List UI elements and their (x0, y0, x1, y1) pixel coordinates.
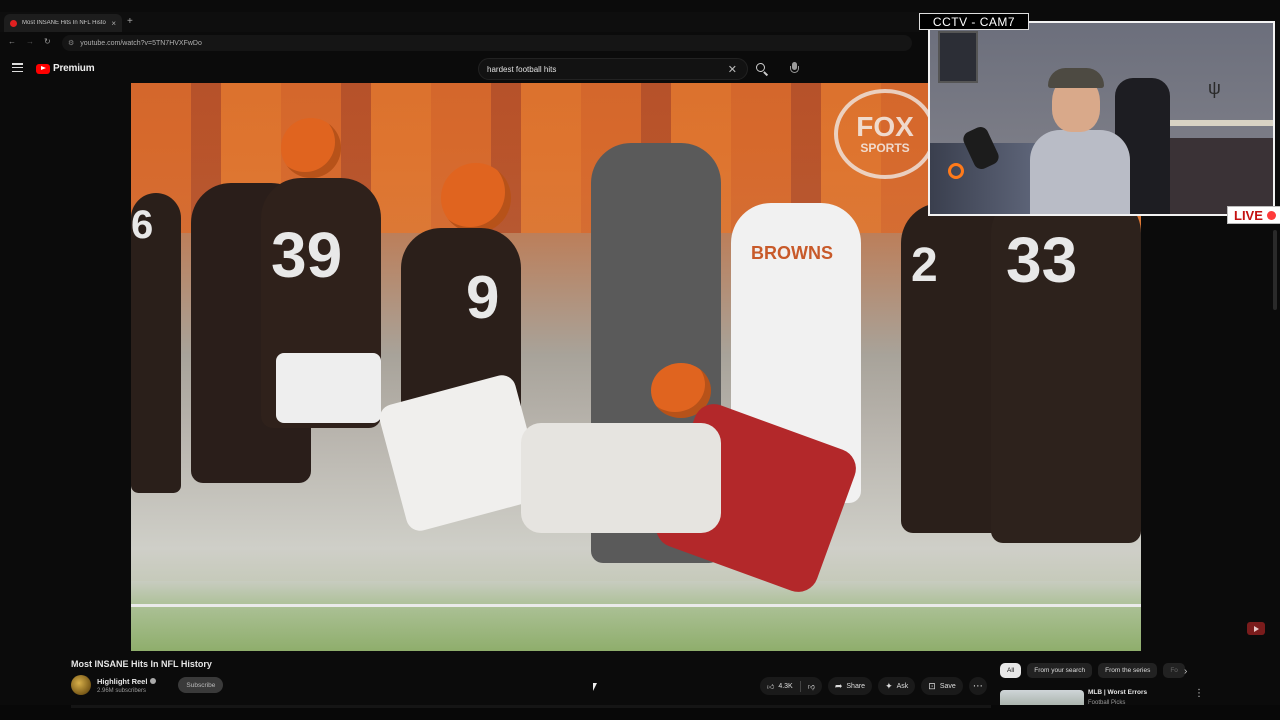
jersey-number: 39 (271, 219, 343, 291)
youtube-mini-icon[interactable] (1247, 622, 1265, 635)
jersey-number: 33 (1006, 224, 1078, 296)
browser-tab[interactable]: Most INSANE Hits In NFL Histo × (4, 14, 122, 32)
mouse-cursor (593, 683, 597, 691)
youtube-logo-icon (36, 63, 50, 74)
browser-nav-row: ← → ↻ ⚙ youtube.com/watch?v=5TN7HVXFwDo (0, 34, 920, 52)
save-label: Save (939, 682, 956, 690)
subscriber-count: 2.96M subscribers (97, 687, 147, 694)
forward-arrow-icon[interactable]: → (26, 37, 34, 46)
search-icon[interactable] (754, 61, 770, 77)
address-url: youtube.com/watch?v=5TN7HVXFwDo (80, 39, 202, 47)
chip-all[interactable]: All (1000, 663, 1022, 678)
chip-truncated[interactable]: Fo (1163, 663, 1185, 678)
sideline-stripe (131, 604, 1141, 607)
like-count: 4.3K (778, 682, 793, 690)
like-icon: 👍︎ (767, 683, 775, 691)
channel-avatar[interactable] (71, 675, 91, 695)
mic-icon[interactable] (788, 62, 802, 76)
jersey-number: 2 (911, 239, 938, 292)
save-bookmark-icon: ⊡ (928, 680, 936, 691)
watermark-line1: FOX (856, 111, 914, 142)
address-bar[interactable]: ⚙ youtube.com/watch?v=5TN7HVXFwDo (62, 35, 912, 51)
back-arrow-icon[interactable]: ← (8, 37, 16, 46)
tab-close-icon[interactable]: × (111, 19, 116, 28)
search-input[interactable]: hardest football hits ✕ (478, 58, 748, 80)
channel-row: Highlight Reel 2.96M subscribers Subscri… (71, 675, 224, 695)
verified-icon (150, 678, 157, 684)
browser-tabstrip: Most INSANE Hits In NFL Histo × + (0, 12, 920, 32)
channel-name: Highlight Reel (97, 676, 148, 686)
video-actions: 👍︎ 4.3K 👎︎ ➦ Share ✦ Ask ⊡ Save ⋯ (760, 677, 987, 695)
bottom-edge (0, 705, 1280, 720)
filter-chips: All From your search From the series Fo (1000, 663, 1185, 678)
sideline-text: BROWNS (751, 243, 833, 263)
share-label: Share (846, 682, 866, 690)
like-dislike-group: 👍︎ 4.3K 👎︎ (760, 677, 822, 695)
tackled-player-body (521, 423, 721, 533)
live-label: LIVE (1234, 207, 1263, 223)
hamburger-menu-icon[interactable] (12, 63, 23, 72)
clear-search-icon[interactable]: ✕ (728, 63, 737, 76)
jersey-number: 9 (466, 264, 500, 331)
fox-sports-watermark: FOX SPORTS (834, 89, 936, 179)
ask-sparkle-icon: ✦ (885, 680, 893, 691)
dislike-icon: 👎︎ (807, 683, 815, 691)
site-info-icon[interactable]: ⚙ (68, 39, 74, 47)
subscribe-button[interactable]: Subscribe (178, 677, 224, 693)
chip-from-the-series[interactable]: From the series (1098, 663, 1158, 678)
chevron-right-icon[interactable]: › (1184, 666, 1187, 677)
new-tab-button[interactable]: + (127, 16, 133, 27)
channel-info: Highlight Reel 2.96M subscribers (97, 676, 157, 694)
jersey-number: 6 (131, 203, 154, 247)
kebab-menu-icon[interactable]: ⋮ (1194, 688, 1204, 699)
recommended-title: MLB | Worst Errors (1088, 689, 1148, 696)
like-button[interactable]: 👍︎ 4.3K (760, 682, 800, 691)
youtube-favicon-icon (10, 19, 17, 27)
tab-title: Most INSANE Hits In NFL Histo (22, 20, 106, 26)
antler-decor-icon: ψ (1208, 78, 1221, 98)
dislike-button[interactable]: 👎︎ (801, 682, 822, 691)
search-query: hardest football hits (487, 64, 557, 74)
ask-label: Ask (896, 682, 909, 690)
share-icon: ➦ (834, 680, 843, 691)
youtube-logo[interactable]: Premium (36, 63, 95, 74)
helmet (281, 118, 341, 178)
wall-frame (938, 31, 978, 83)
field-turf (131, 581, 1141, 651)
reload-icon[interactable]: ↻ (44, 37, 51, 46)
live-dot-icon (1266, 210, 1276, 220)
brand-label: Premium (53, 63, 95, 74)
mic-light-ring (948, 163, 964, 179)
room-bed (1170, 138, 1273, 214)
cam-label: CCTV - CAM7 (919, 13, 1029, 30)
video-title: Most INSANE Hits In NFL History (71, 659, 212, 669)
helmet (441, 163, 511, 233)
more-actions-button[interactable]: ⋯ (968, 677, 987, 695)
player-pants (276, 353, 381, 423)
page-scrollbar[interactable] (1273, 230, 1277, 310)
share-button[interactable]: ➦ Share (827, 677, 873, 695)
ask-button[interactable]: ✦ Ask (878, 677, 916, 695)
save-button[interactable]: ⊡ Save (921, 677, 963, 695)
wall-shelf (1160, 120, 1273, 126)
webcam-overlay: ψ (928, 21, 1275, 216)
streamer (1030, 68, 1130, 214)
channel-name-row[interactable]: Highlight Reel (97, 676, 157, 686)
watermark-line2: SPORTS (860, 141, 910, 155)
live-badge: LIVE (1227, 206, 1280, 224)
chip-from-your-search[interactable]: From your search (1027, 663, 1093, 678)
